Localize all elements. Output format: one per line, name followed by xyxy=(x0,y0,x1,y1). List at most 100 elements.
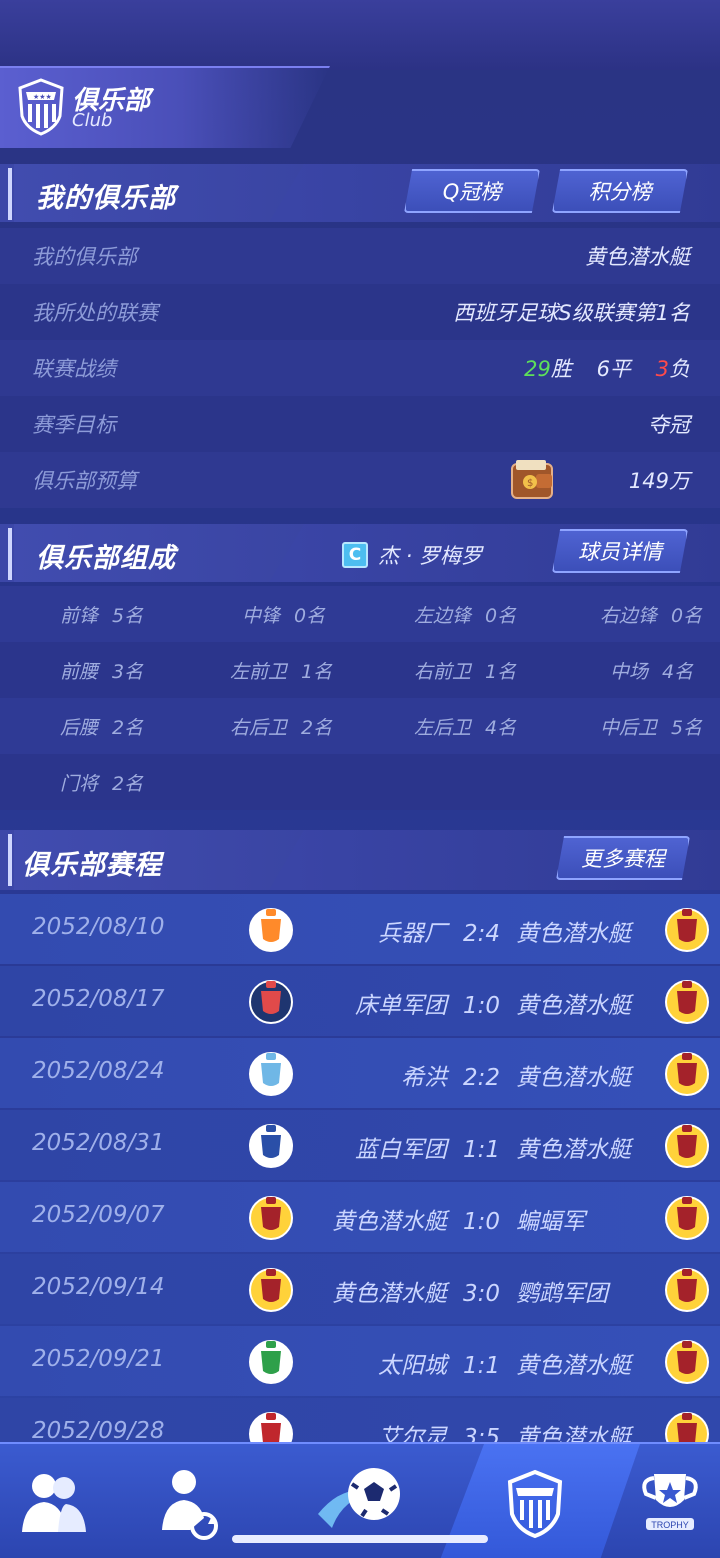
match-row[interactable]: 2052/08/31 蓝白军团 1:1 黄色潜水艇 xyxy=(0,1110,720,1180)
info-label: 联赛战绩 xyxy=(32,357,116,381)
position-count: 0名 xyxy=(294,604,326,627)
info-label: 俱乐部预算 xyxy=(32,469,137,493)
match-row[interactable]: 2052/09/21 太阳城 1:1 黄色潜水艇 xyxy=(0,1326,720,1396)
trophy-icon[interactable]: TROPHY xyxy=(632,1444,708,1558)
match-date: 2052/09/07 xyxy=(32,1202,165,1228)
info-value: 夺冠 xyxy=(648,413,690,437)
home-team: 黄色潜水艇 xyxy=(331,1209,447,1235)
away-team: 黄色潜水艇 xyxy=(516,921,631,947)
captain-badge: C xyxy=(342,542,368,568)
away-team: 蝙蝠军 xyxy=(516,1209,585,1235)
position-name: 中场 xyxy=(610,660,649,683)
position-name: 前腰 xyxy=(60,660,99,683)
position-cell: 右边锋 0名 xyxy=(600,586,702,642)
home-team-crest-icon xyxy=(249,1124,293,1168)
position-row: 后腰 2名 右后卫 2名 左后卫 4名 中后卫 5名 xyxy=(0,698,720,754)
match-date: 2052/09/21 xyxy=(32,1346,165,1372)
player-details-button[interactable]: 球员详情 xyxy=(552,529,688,573)
info-label: 我的俱乐部 xyxy=(32,245,137,269)
position-name: 右边锋 xyxy=(600,604,658,627)
home-team: 床单军团 xyxy=(354,993,447,1019)
position-count: 5名 xyxy=(112,604,144,627)
schedule-title: 俱乐部赛程 xyxy=(22,850,162,881)
position-cell: 左边锋 0名 xyxy=(414,586,516,642)
info-value: 西班牙足球S级联赛第1名 xyxy=(453,301,690,325)
home-team: 黄色潜水艇 xyxy=(331,1281,447,1307)
match-result: 黄色潜水艇 3:0 鹦鹉军团 xyxy=(332,1274,612,1308)
position-count: 4名 xyxy=(662,660,694,683)
points-rank-button[interactable]: 积分榜 xyxy=(552,169,688,213)
away-team-crest-icon xyxy=(665,1340,709,1384)
position-count: 5名 xyxy=(671,716,703,739)
match-row[interactable]: 2052/08/10 兵器厂 2:4 黄色潜水艇 xyxy=(0,894,720,964)
position-count: 0名 xyxy=(485,604,517,627)
match-score: 1:0 xyxy=(462,1209,500,1235)
club-shield-icon: ★★★ xyxy=(18,78,64,136)
away-team: 黄色潜水艇 xyxy=(516,1353,631,1379)
match-score: 1:1 xyxy=(462,1137,500,1163)
home-indicator[interactable] xyxy=(232,1535,488,1543)
match-row[interactable]: 2052/08/24 希洪 2:2 黄色潜水艇 xyxy=(0,1038,720,1108)
match-date: 2052/08/24 xyxy=(32,1058,165,1084)
away-team: 黄色潜水艇 xyxy=(516,1137,631,1163)
position-cell: 前锋 5名 xyxy=(60,586,143,642)
top-status-area xyxy=(0,0,720,70)
q-rank-button[interactable]: Q冠榜 xyxy=(404,169,540,213)
svg-text:★★★: ★★★ xyxy=(33,93,52,101)
info-value: 149万 xyxy=(628,469,690,493)
position-count: 1名 xyxy=(485,660,517,683)
position-cell: 中后卫 5名 xyxy=(600,698,702,754)
match-row[interactable]: 2052/09/14 黄色潜水艇 3:0 鹦鹉军团 xyxy=(0,1254,720,1324)
position-name: 右前卫 xyxy=(414,660,472,683)
my-club-title: 我的俱乐部 xyxy=(36,183,176,214)
position-name: 门将 xyxy=(60,772,99,795)
position-cell: 后腰 2名 xyxy=(60,698,143,754)
draws-count: 6平 xyxy=(596,357,631,381)
wins-count: 29 xyxy=(524,357,551,381)
position-cell: 门将 2名 xyxy=(60,754,143,810)
position-name: 左后卫 xyxy=(414,716,472,739)
away-team-crest-icon xyxy=(665,1052,709,1096)
position-name: 左边锋 xyxy=(414,604,472,627)
away-team-crest-icon xyxy=(665,980,709,1024)
match-result: 太阳城 1:1 黄色潜水艇 xyxy=(378,1346,632,1380)
captain-name: 杰 · 罗梅罗 xyxy=(378,544,483,568)
position-cell: 中锋 0名 xyxy=(242,586,325,642)
position-cell: 右后卫 2名 xyxy=(230,698,332,754)
home-team: 兵器厂 xyxy=(377,921,447,947)
position-row: 门将 2名 xyxy=(0,754,720,810)
match-date: 2052/08/31 xyxy=(32,1130,165,1156)
position-count: 3名 xyxy=(112,660,144,683)
wallet-icon: $ xyxy=(511,460,553,499)
match-result: 蓝白军团 1:1 黄色潜水艇 xyxy=(355,1130,632,1164)
match-row[interactable]: 2052/08/17 床单军团 1:0 黄色潜水艇 xyxy=(0,966,720,1036)
away-team-crest-icon xyxy=(665,1124,709,1168)
transfer-icon[interactable] xyxy=(150,1444,230,1558)
more-schedule-button[interactable]: 更多赛程 xyxy=(556,836,690,880)
position-cell: 左前卫 1名 xyxy=(230,642,332,698)
home-team-crest-icon xyxy=(249,1196,293,1240)
position-cell: 中场 4名 xyxy=(610,642,693,698)
position-count: 2名 xyxy=(301,716,333,739)
away-team: 黄色潜水艇 xyxy=(516,1065,631,1091)
home-team: 希洪 xyxy=(400,1065,447,1091)
position-count: 4名 xyxy=(485,716,517,739)
match-row[interactable]: 2052/09/07 黄色潜水艇 1:0 蝙蝠军 xyxy=(0,1182,720,1252)
players-icon[interactable] xyxy=(14,1444,94,1558)
home-team: 蓝白军团 xyxy=(354,1137,447,1163)
home-team: 太阳城 xyxy=(377,1353,447,1379)
match-date: 2052/08/10 xyxy=(32,914,165,940)
position-name: 中锋 xyxy=(242,604,281,627)
position-row: 前腰 3名 左前卫 1名 右前卫 1名 中场 4名 xyxy=(0,642,720,698)
trophy-label: TROPHY xyxy=(651,1520,689,1530)
away-team-crest-icon xyxy=(665,908,709,952)
position-name: 左前卫 xyxy=(230,660,288,683)
match-score: 3:0 xyxy=(462,1281,500,1307)
match-result: 希洪 2:2 黄色潜水艇 xyxy=(401,1058,632,1092)
home-team-crest-icon xyxy=(249,1268,293,1312)
home-team-crest-icon xyxy=(249,908,293,952)
match-result: 床单军团 1:0 黄色潜水艇 xyxy=(355,986,632,1020)
info-value: 黄色潜水艇 xyxy=(585,245,690,269)
club-icon[interactable] xyxy=(500,1444,570,1558)
info-row-goal: 赛季目标 夺冠 xyxy=(0,396,720,452)
